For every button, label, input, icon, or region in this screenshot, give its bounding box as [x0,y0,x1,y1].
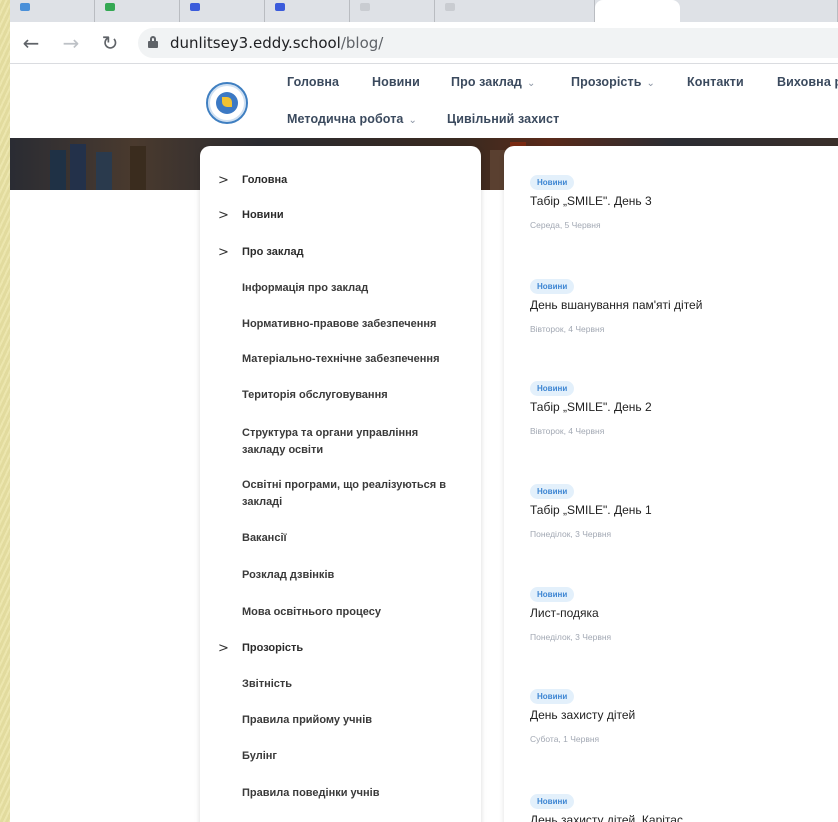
chevron-down-icon: ⌄ [408,115,417,126]
nav-item-label: Цивільний захист [447,112,560,126]
nav-item-about[interactable]: Про заклад ⌄ [451,75,535,89]
side-menu-label: Новини [242,209,284,221]
nav-item-label: Про заклад [451,75,522,89]
browser-tab[interactable] [95,0,180,22]
forward-icon[interactable]: → [58,30,84,56]
chevron-down-icon: ⌄ [526,78,536,89]
chevron-right-icon: > [218,641,229,656]
category-badge[interactable]: Новини [530,689,575,704]
nav-item-transparency[interactable]: Прозорість ⌄ [571,75,655,89]
news-post[interactable]: Новини День захисту дітей Субота, 1 Черв… [530,686,838,744]
nav-item-methodical[interactable]: Методична робота ⌄ [287,112,417,126]
side-menu: > Головна > Новини > Про заклад Інформація … [200,146,481,822]
side-menu-label: Матеріально-технічне забезпечення [242,353,440,365]
post-date: Вівторок, 4 Червня [530,426,605,436]
url-host: dunlitsey3.eddy.school [170,34,341,52]
side-menu-label: Вакансії [242,532,287,544]
tab-strip [10,0,838,22]
post-title[interactable]: День вшанування пам'яті дітей [530,298,702,312]
browser-tab-active[interactable] [595,0,680,22]
browser-toolbar: ← → ↻ dunlitsey3.eddy.school/blog/ [10,22,838,64]
category-badge[interactable]: Новини [530,381,575,396]
category-badge[interactable]: Новини [530,175,575,190]
news-post[interactable]: Новини Табір „SMILE". День 1 Понеділок, … [530,481,838,539]
lock-icon [148,36,158,48]
nav-item-news[interactable]: Новини [372,75,420,89]
news-post[interactable]: Новини Табір „SMILE". День 2 Вівторок, 4… [530,378,838,436]
side-menu-label: Правила поведінки учнів [242,787,380,799]
post-title[interactable]: Табір „SMILE". День 1 [530,503,652,517]
side-menu-label: Територія обслуговування [242,389,388,401]
post-date: Середа, 5 Червня [530,220,601,230]
browser-window: ← → ↻ dunlitsey3.eddy.school/blog/ Голов… [10,0,838,822]
side-menu-label: Про заклад [242,246,304,258]
school-logo[interactable] [206,82,248,124]
side-menu-label: Освітні програми, що реалізуються в закл… [242,479,446,508]
chevron-right-icon: > [218,208,229,223]
nav-item-label: Прозорість [571,75,642,89]
news-post[interactable]: Новини Табір „SMILE". День 3 Середа, 5 Ч… [530,172,838,230]
post-title[interactable]: Табір „SMILE". День 2 [530,400,652,414]
category-badge[interactable]: Новини [530,279,575,294]
nav-item-label: Виховна ро [777,75,838,89]
browser-tab[interactable] [180,0,265,22]
chevron-right-icon: > [218,173,229,188]
post-date: Понеділок, 3 Червня [530,529,612,539]
browser-tab[interactable] [265,0,350,22]
nav-item-upbringing[interactable]: Виховна ро [777,75,838,89]
nav-item-label: Контакти [687,75,744,89]
post-title[interactable]: Табір „SMILE". День 3 [530,194,652,208]
category-badge[interactable]: Новини [530,587,575,602]
site-header: Головна Новини Про заклад ⌄ Прозорість ⌄ К… [10,64,838,138]
side-menu-label: Мова освітнього процесу [242,606,381,618]
side-menu-label: Звітність [242,678,293,690]
post-date: Субота, 1 Червня [530,734,600,744]
address-bar[interactable]: dunlitsey3.eddy.school/blog/ [138,28,838,58]
back-icon[interactable]: ← [18,30,44,56]
url-path: /blog/ [340,34,384,52]
chevron-right-icon: > [218,245,229,260]
news-post[interactable]: Новини Лист-подяка Понеділок, 3 Червня [530,584,838,642]
nav-item-contacts[interactable]: Контакти [687,75,744,89]
browser-tab[interactable] [350,0,435,22]
category-badge[interactable]: Новини [530,794,575,809]
browser-tab[interactable] [680,0,838,22]
post-title[interactable]: Лист-подяка [530,606,599,620]
reload-icon[interactable]: ↻ [97,30,123,56]
nav-item-label: Методична робота [287,112,404,126]
url-text: dunlitsey3.eddy.school/blog/ [170,34,383,52]
category-badge[interactable]: Новини [530,484,575,499]
side-menu-label: Прозорість [242,642,304,654]
side-menu-label: Головна [242,174,288,186]
side-menu-label: Нормативно-правове забезпечення [242,318,437,330]
nav-item-label: Головна [287,75,340,89]
side-menu-label: Булінг [242,750,278,762]
nav-item-civil-defense[interactable]: Цивільний захист [447,112,559,126]
side-menu-label: Правила прийому учнів [242,714,373,726]
side-menu-label: Розклад дзвінків [242,569,335,581]
post-date: Понеділок, 3 Червня [530,632,612,642]
nav-item-label: Новини [372,75,420,89]
post-date: Вівторок, 4 Червня [530,324,605,334]
news-post[interactable]: Новини День захисту дітей. Карітас [530,791,838,822]
side-menu-label: Інформація про заклад [242,282,369,294]
side-menu-label: Структура та органи управління закладу о… [242,427,419,456]
browser-tab[interactable] [10,0,95,22]
post-title[interactable]: День захисту дітей. Карітас [530,813,683,822]
chevron-down-icon: ⌄ [646,78,655,89]
nav-item-home[interactable]: Головна [287,75,339,89]
news-post[interactable]: Новини День вшанування пам'яті дітей Вів… [530,276,838,334]
news-feed: Новини Табір „SMILE". День 3 Середа, 5 Ч… [504,146,838,822]
browser-tab[interactable] [435,0,595,22]
post-title[interactable]: День захисту дітей [530,708,635,722]
